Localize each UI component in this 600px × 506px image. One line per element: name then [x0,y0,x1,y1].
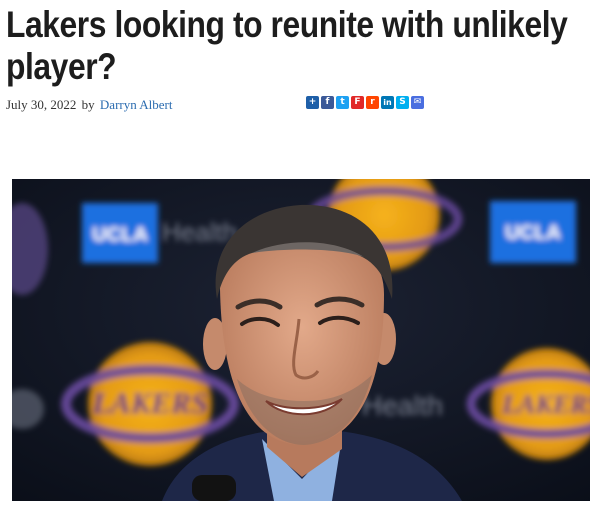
article-photo: LAKERS LAKERS UCLA Health UCLA Health [12,179,590,501]
reddit-icon[interactable]: r [366,96,379,109]
lakers-logo-text-left: LAKERS [91,387,207,420]
byline-by: by [81,97,95,112]
author-link[interactable]: Darryn Albert [100,97,173,112]
publish-date: July 30, 2022 [6,97,77,112]
microphone [192,475,236,501]
health-sign-left: Health [162,217,237,247]
ucla-sign-left: UCLA [92,224,148,246]
skype-icon[interactable]: S [396,96,409,109]
article-title: Lakers looking to reunite with unlikely … [6,4,568,87]
ucla-sign-right: UCLA [505,222,561,244]
share-plus-icon[interactable]: + [306,96,319,109]
flipboard-icon[interactable]: F [351,96,364,109]
email-icon[interactable]: ✉ [411,96,424,109]
health-sign-center: Health [362,390,443,421]
twitter-icon[interactable]: t [336,96,349,109]
byline: July 30, 2022 by Darryn Albert [6,97,172,113]
share-buttons: + f t Fr in S ✉ [306,96,424,109]
facebook-icon[interactable]: f [321,96,334,109]
linkedin-icon[interactable]: in [381,96,394,109]
lakers-logo-text-right: LAKERS [501,390,590,419]
